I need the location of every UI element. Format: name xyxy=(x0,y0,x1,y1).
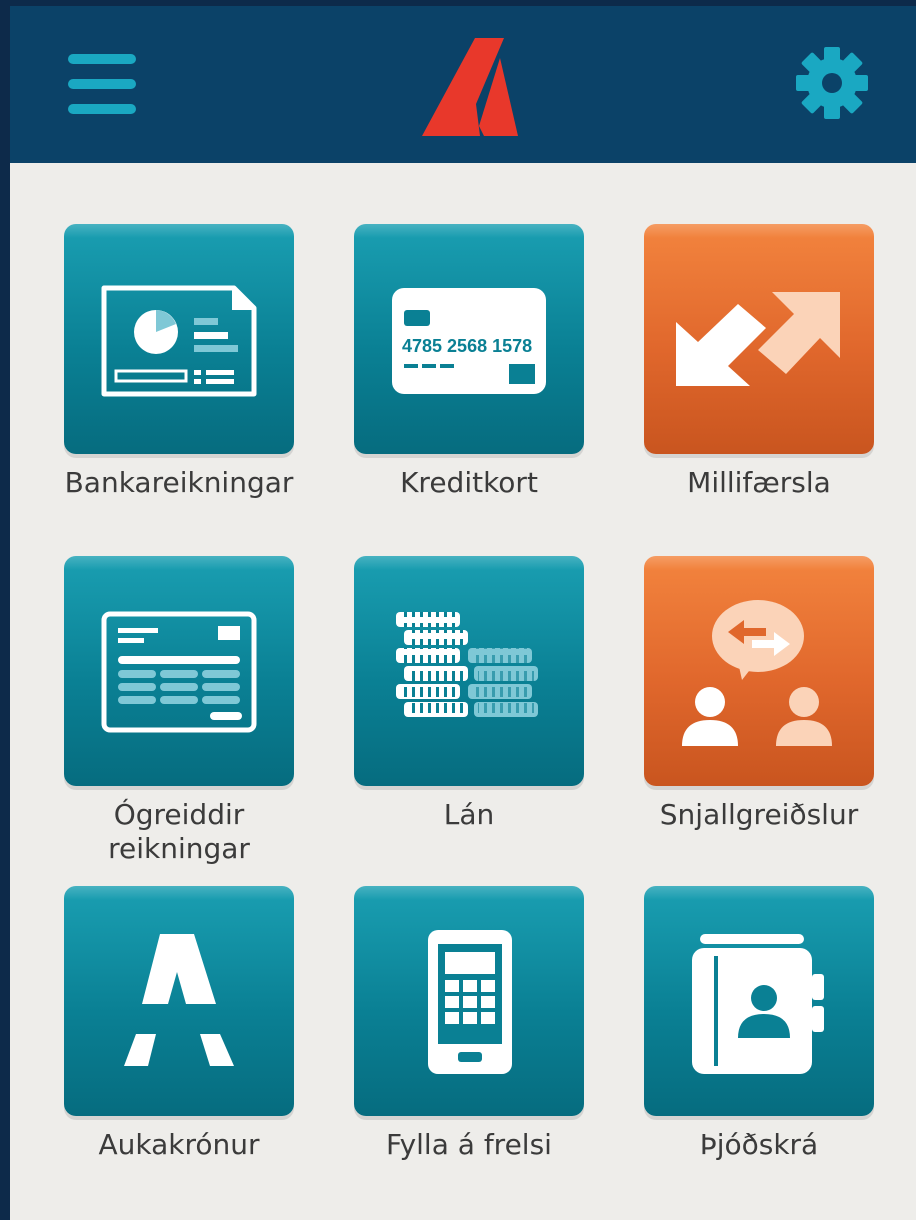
mobile-phone-icon xyxy=(428,930,512,1074)
thjodskra-tile[interactable] xyxy=(644,886,874,1116)
unpaid-bill-icon xyxy=(101,611,257,733)
fylla-a-frelsi-label: Fylla á frelsi xyxy=(386,1128,552,1161)
aukakronur-logo-icon xyxy=(124,934,234,1066)
landsbankinn-logo-icon xyxy=(422,38,518,136)
card-number-text: 4785 2568 1578 xyxy=(402,336,532,356)
millifaersla-tile[interactable] xyxy=(644,224,874,454)
snjallgreidslur-label: Snjallgreiðslur xyxy=(659,798,859,831)
millifaersla-label: Millifærsla xyxy=(687,466,831,499)
gear-icon[interactable] xyxy=(796,47,868,119)
hamburger-menu-icon[interactable] xyxy=(66,50,138,118)
aukakronur-label: Aukakrónur xyxy=(98,1128,260,1161)
app-header xyxy=(10,6,916,163)
contact-book-icon xyxy=(692,934,824,1074)
coin-stacks-icon xyxy=(396,612,538,717)
lan-tile[interactable] xyxy=(354,556,584,786)
transfer-arrows-icon xyxy=(676,292,840,386)
ogreiddir-reikningar-tile[interactable] xyxy=(64,556,294,786)
app-frame: Bankareikningar 4785 2568 1578 Kreditkor… xyxy=(10,6,916,1220)
bankareikningar-tile[interactable] xyxy=(64,224,294,454)
kreditkort-tile[interactable]: 4785 2568 1578 xyxy=(354,224,584,454)
account-statement-icon xyxy=(101,285,257,397)
bankareikningar-label: Bankareikningar xyxy=(64,466,294,499)
lan-label: Lán xyxy=(443,798,495,831)
fylla-a-frelsi-tile[interactable] xyxy=(354,886,584,1116)
aukakronur-tile[interactable] xyxy=(64,886,294,1116)
ogreiddir-reikningar-label: Ógreiddir reikningar xyxy=(108,798,250,865)
credit-card-icon: 4785 2568 1578 xyxy=(392,288,546,394)
kreditkort-label: Kreditkort xyxy=(400,466,538,499)
thjodskra-label: Þjóðskrá xyxy=(699,1128,819,1161)
people-exchange-icon xyxy=(682,600,832,746)
snjallgreidslur-tile[interactable] xyxy=(644,556,874,786)
